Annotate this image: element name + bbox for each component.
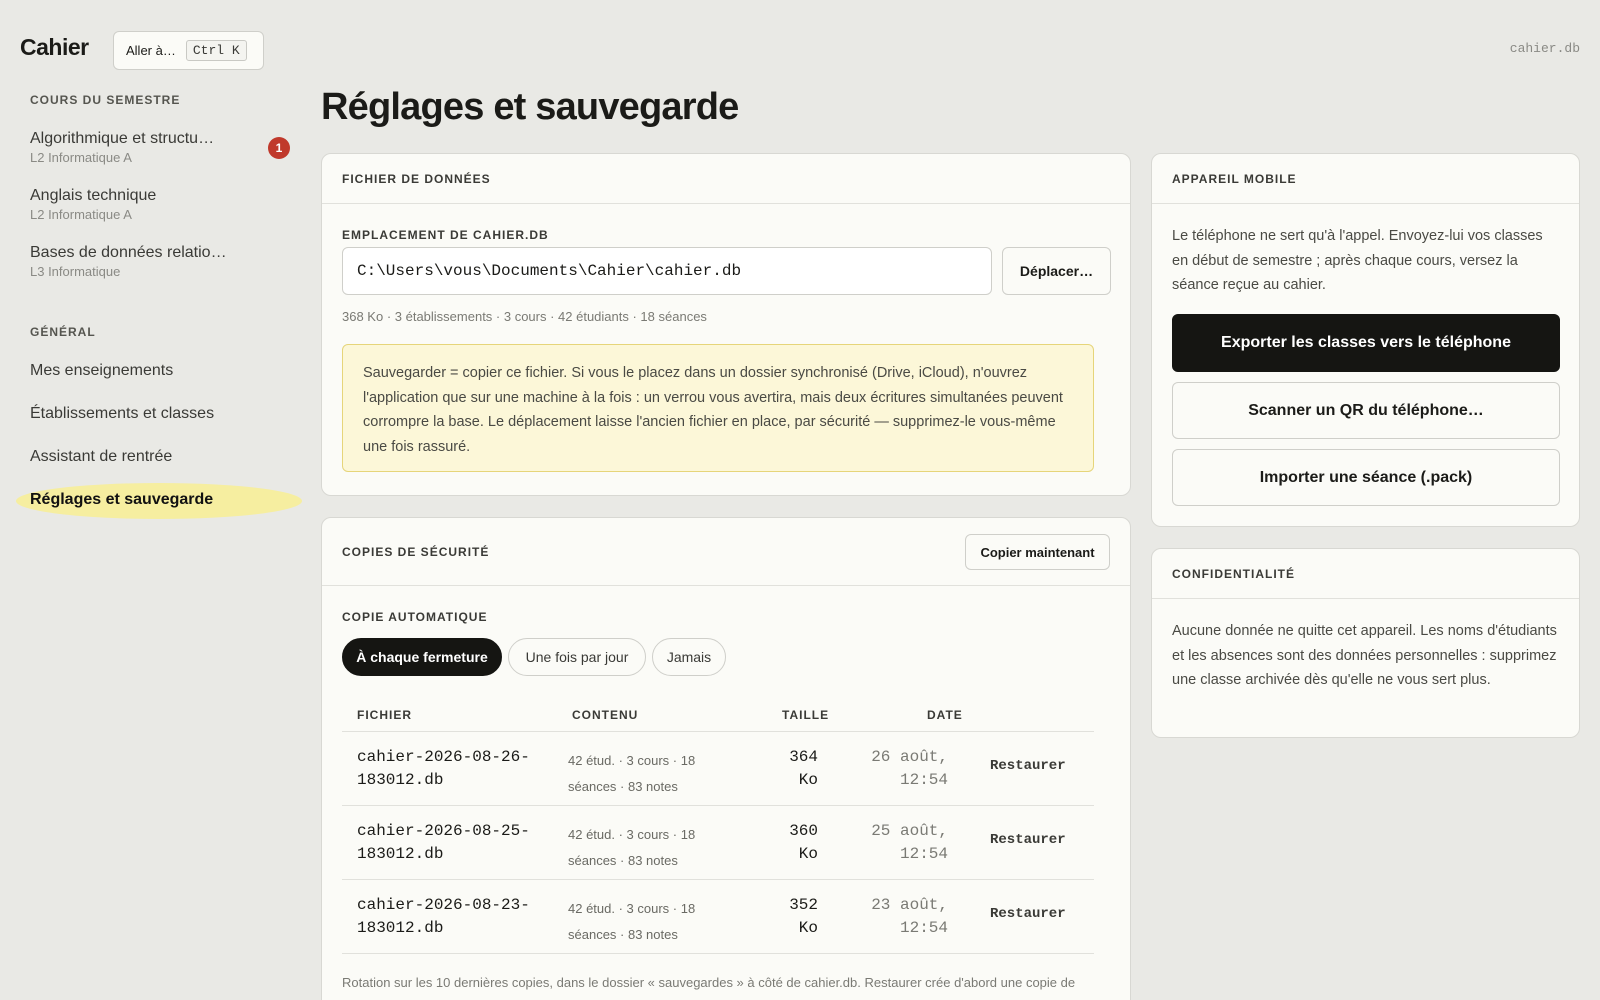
backups-header-label: COPIES DE SÉCURITÉ xyxy=(342,544,490,559)
course-subtitle: L2 Informatique A xyxy=(30,150,132,165)
backups-footer-note: Rotation sur les 10 dernières copies, da… xyxy=(342,975,1076,1000)
restore-button[interactable]: Restaurer xyxy=(990,906,1066,922)
table-row: cahier-2026-08-23-183012.db 42 étud. · 3… xyxy=(342,879,1094,953)
table-row: cahier-2026-08-26-183012.db 42 étud. · 3… xyxy=(342,731,1094,805)
sidebar-courses-heading: COURS DU SEMESTRE xyxy=(30,93,181,107)
sidebar-item-mes-enseignements[interactable]: Mes enseignements xyxy=(30,362,173,380)
backup-content: 42 étud. · 3 cours · 18 séances · 83 not… xyxy=(568,753,696,794)
col-header-content: CONTENU xyxy=(572,708,639,722)
backup-content: 42 étud. · 3 cours · 18 séances · 83 not… xyxy=(568,901,696,942)
sidebar-item-reglages[interactable]: Réglages et sauvegarde xyxy=(30,491,213,509)
backups-card: COPIES DE SÉCURITÉ Copier maintenant COP… xyxy=(321,517,1131,1000)
course-title: Algorithmique et structu… xyxy=(30,130,215,147)
backup-size: 364 Ko xyxy=(789,748,818,789)
col-header-file: FICHIER xyxy=(357,708,412,722)
goto-shortcut: Ctrl K xyxy=(185,40,247,61)
goto-search-button[interactable]: Aller à… Ctrl K xyxy=(113,31,264,70)
backup-date: 23 août, 12:54 xyxy=(871,896,948,937)
backup-filename: cahier-2026-08-23-183012.db xyxy=(357,896,530,937)
sidebar-general-heading: GÉNÉRAL xyxy=(30,325,96,339)
mobile-card-header: APPAREIL MOBILE xyxy=(1152,154,1579,204)
course-title: Bases de données relatio… xyxy=(30,244,227,261)
backup-content: 42 étud. · 3 cours · 18 séances · 83 not… xyxy=(568,827,696,868)
sidebar-item-etablissements[interactable]: Établissements et classes xyxy=(30,405,214,423)
table-row: cahier-2026-08-25-183012.db 42 étud. · 3… xyxy=(342,805,1094,879)
col-header-date: DATE xyxy=(927,708,963,722)
col-header-size: TAILLE xyxy=(782,708,830,722)
goto-label: Aller à… xyxy=(126,43,176,58)
location-label: EMPLACEMENT DE CAHIER.DB xyxy=(342,228,549,242)
privacy-description: Aucune donnée ne quitte cet appareil. Le… xyxy=(1172,623,1557,688)
course-title: Anglais technique xyxy=(30,187,157,204)
backup-size: 360 Ko xyxy=(789,822,818,863)
restore-button[interactable]: Restaurer xyxy=(990,832,1066,848)
db-filename: cahier.db xyxy=(1509,41,1580,56)
option-never[interactable]: Jamais xyxy=(652,638,726,676)
backup-filename: cahier-2026-08-26-183012.db xyxy=(357,748,530,789)
privacy-card-header: CONFIDENTIALITÉ xyxy=(1152,549,1579,599)
mobile-description: Le téléphone ne sert qu'à l'appel. Envoy… xyxy=(1172,228,1543,293)
notification-badge: 1 xyxy=(268,137,290,159)
backup-size: 352 Ko xyxy=(789,896,818,937)
privacy-card: CONFIDENTIALITÉ Aucune donnée ne quitte … xyxy=(1151,548,1580,738)
table-divider xyxy=(342,953,1094,954)
restore-button[interactable]: Restaurer xyxy=(990,758,1066,774)
sidebar-course-algorithmique[interactable]: Algorithmique et structu… L2 Informatiqu… xyxy=(30,130,290,165)
file-stats: 368 Ko · 3 établissements · 3 cours · 42… xyxy=(342,309,707,324)
page-title: Réglages et sauvegarde xyxy=(321,86,739,128)
course-subtitle: L3 Informatique xyxy=(30,264,121,279)
backup-date: 25 août, 12:54 xyxy=(871,822,948,863)
course-subtitle: L2 Informatique A xyxy=(30,207,132,222)
db-path-input[interactable] xyxy=(342,247,992,295)
sync-warning-note: Sauvegarder = copier ce fichier. Si vous… xyxy=(342,344,1094,472)
export-classes-button[interactable]: Exporter les classes vers le téléphone xyxy=(1172,314,1560,372)
backup-filename: cahier-2026-08-25-183012.db xyxy=(357,822,530,863)
option-once-per-day[interactable]: Une fois par jour xyxy=(508,638,646,676)
import-session-button[interactable]: Importer une séance (.pack) xyxy=(1172,449,1560,506)
auto-copy-label: COPIE AUTOMATIQUE xyxy=(342,610,488,624)
sidebar-item-assistant[interactable]: Assistant de rentrée xyxy=(30,448,172,466)
backup-date: 26 août, 12:54 xyxy=(871,748,948,789)
mobile-card: APPAREIL MOBILE Le téléphone ne sert qu'… xyxy=(1151,153,1580,527)
sidebar-course-anglais[interactable]: Anglais technique L2 Informatique A xyxy=(30,187,290,222)
option-each-close[interactable]: À chaque fermeture xyxy=(342,638,502,676)
datafile-card-header: FICHIER DE DONNÉES xyxy=(322,154,1130,204)
move-file-button[interactable]: Déplacer… xyxy=(1002,247,1111,295)
copy-now-button[interactable]: Copier maintenant xyxy=(965,534,1110,570)
datafile-card: FICHIER DE DONNÉES EMPLACEMENT DE CAHIER… xyxy=(321,153,1131,496)
sidebar-course-bases-de-donnees[interactable]: Bases de données relatio… L3 Informatiqu… xyxy=(30,244,290,279)
app-brand: Cahier xyxy=(20,34,89,60)
scan-qr-button[interactable]: Scanner un QR du téléphone… xyxy=(1172,382,1560,439)
